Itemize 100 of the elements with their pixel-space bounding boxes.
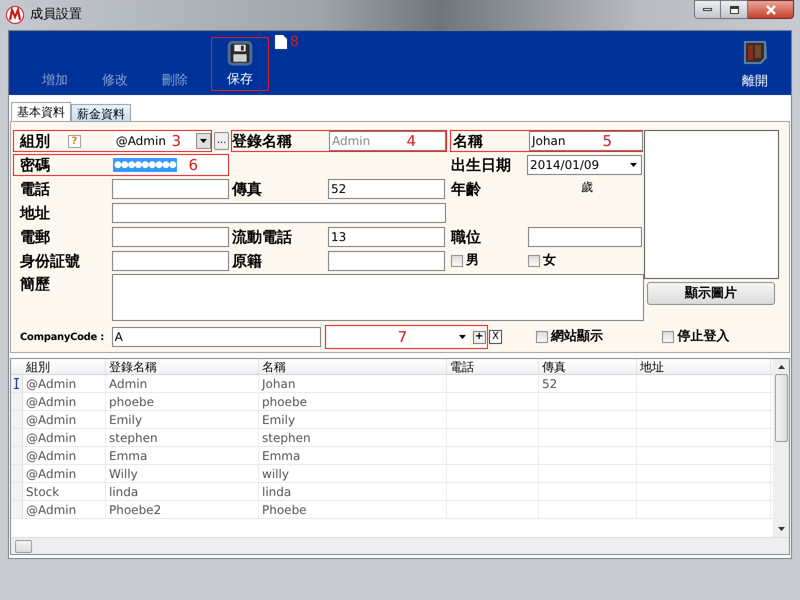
scroll-thumb[interactable] (15, 540, 32, 552)
annotation-number: 4 (406, 132, 416, 150)
input-field[interactable] (112, 203, 446, 223)
field-label: 組別 (20, 130, 50, 152)
dropdown-arrow-icon (458, 335, 466, 339)
close-icon (764, 4, 776, 14)
field-label: 職位 (451, 228, 481, 246)
maximize-button[interactable] (721, 0, 748, 19)
annotation-number: 3 (171, 132, 181, 150)
input-field[interactable] (112, 227, 229, 247)
table-cell: Emma (259, 447, 447, 464)
input-field[interactable] (112, 179, 229, 199)
annotation-number: 7 (398, 328, 408, 346)
table-cell: linda (106, 483, 259, 500)
tab[interactable]: 基本資料 (11, 102, 71, 121)
column-header[interactable]: 組別 (23, 359, 106, 374)
input-field[interactable]: A (112, 327, 321, 347)
column-header[interactable]: 名稱 (259, 359, 447, 374)
table-cell: 52 (539, 375, 637, 392)
field-label: 傳真 (232, 180, 262, 198)
app-logo-icon (6, 6, 24, 24)
horizontal-scrollbar[interactable] (11, 537, 789, 554)
column-header[interactable]: 登錄名稱 (106, 359, 259, 374)
column-header[interactable]: 傳真 (539, 359, 637, 374)
input-field[interactable] (528, 227, 642, 247)
column-header[interactable]: 地址 (637, 359, 771, 374)
field-label: 登錄名稱 (232, 132, 292, 150)
input-field[interactable] (112, 251, 229, 271)
table-cell: Admin (106, 375, 259, 392)
table-cell: @Admin (23, 393, 106, 410)
table-cell: @Admin (23, 465, 106, 482)
toolbar-button[interactable]: 保存 (212, 40, 268, 90)
table-cell: Phoebe (259, 501, 447, 518)
scroll-thumb[interactable] (774, 374, 788, 442)
field-label: 年齡 (451, 180, 481, 198)
show-photo-button[interactable]: 顯示圖片 (647, 282, 775, 305)
table-cell: Emily (106, 411, 259, 428)
table-cell: phoebe (259, 393, 447, 410)
field-label: 出生日期 (451, 156, 511, 174)
input-field[interactable]: 13 (328, 227, 445, 247)
checkbox[interactable] (451, 255, 463, 267)
table-cell: @Admin (23, 429, 106, 446)
table-cell: @Admin (23, 375, 106, 392)
date-picker[interactable]: 2014/01/09 (527, 155, 642, 175)
checkbox-label: 男 (466, 252, 479, 270)
table-cell: @Admin (23, 411, 106, 428)
browse-button[interactable]: ... (214, 132, 229, 150)
field-label: CompanyCode : (20, 330, 104, 344)
table-cell: Emma (106, 447, 259, 464)
row-indicator[interactable] (11, 375, 23, 392)
field-label: 密碼 (20, 156, 50, 174)
table-cell: Stock (23, 483, 106, 500)
checkbox[interactable] (536, 331, 548, 343)
input-field[interactable] (328, 251, 445, 271)
table-cell: stephen (259, 429, 447, 446)
dropdown-arrow-icon (630, 163, 637, 167)
field-label: 流動電話 (232, 228, 292, 246)
remove-button[interactable]: X (489, 330, 502, 344)
field-label: 名稱 (453, 132, 483, 150)
table-cell: stephen (106, 429, 259, 446)
field-label: 電話 (20, 180, 50, 198)
table-cell: phoebe (106, 393, 259, 410)
tab[interactable]: 薪金資料 (71, 104, 131, 121)
table-cell: @Admin (23, 501, 106, 518)
field-label: 身份証號 (20, 252, 80, 270)
window-title: 成員設置 (30, 6, 82, 24)
resume-textarea[interactable] (112, 274, 644, 321)
age-unit: 歲 (581, 179, 593, 196)
table-cell: linda (259, 483, 447, 500)
text-cursor-icon (14, 378, 19, 389)
field-label: 簡歷 (20, 275, 50, 293)
minimize-button[interactable] (694, 0, 721, 19)
table-cell: Willy (106, 465, 259, 482)
checkbox-label: 網站顯示 (550, 328, 603, 346)
checkbox-label: 停止登入 (677, 328, 730, 346)
field-label: 電郵 (20, 228, 50, 246)
field-label: 地址 (20, 204, 50, 222)
document-icon (275, 35, 287, 49)
vertical-scrollbar[interactable] (773, 359, 789, 537)
annotation-number: 5 (602, 132, 612, 150)
table-cell: Emily (259, 411, 447, 428)
help-icon: ? (68, 134, 81, 148)
checkbox-label: 女 (543, 252, 556, 270)
maximize-icon (730, 6, 738, 14)
exit-button[interactable]: 離開 (733, 35, 777, 91)
scroll-down-icon (778, 527, 784, 531)
column-header[interactable]: 電話 (447, 359, 539, 374)
input-field[interactable]: 52 (328, 179, 445, 199)
minimize-icon (703, 8, 712, 11)
table-cell: @Admin (23, 447, 106, 464)
checkbox[interactable] (662, 331, 674, 343)
add-button[interactable]: + (472, 330, 486, 344)
annotation-number: 8 (290, 35, 299, 49)
close-button[interactable] (748, 0, 794, 19)
field-label: 原籍 (232, 252, 262, 270)
annotation-number: 6 (188, 156, 198, 174)
table-cell: Johan (259, 375, 447, 392)
scroll-up-icon (778, 365, 784, 369)
checkbox[interactable] (528, 255, 540, 267)
table-cell: Phoebe2 (106, 501, 259, 518)
